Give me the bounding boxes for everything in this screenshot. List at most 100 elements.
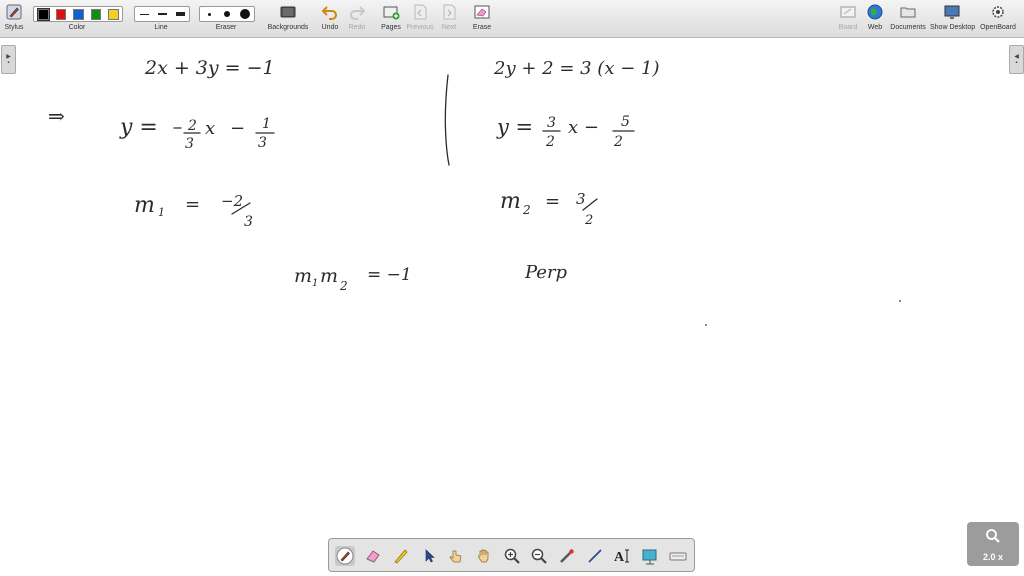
eraser-label: Eraser bbox=[215, 24, 237, 31]
equals-sign-2: = bbox=[545, 191, 560, 212]
implies-arrow: ⇒ bbox=[48, 104, 65, 128]
openboard-label: OpenBoard bbox=[980, 24, 1016, 31]
show-desktop-button[interactable]: Show Desktop bbox=[930, 0, 976, 37]
color-label: Color bbox=[68, 24, 86, 31]
board-button[interactable]: Board bbox=[836, 0, 860, 37]
erase-button[interactable]: Erase bbox=[470, 0, 494, 37]
laser-pointer-icon bbox=[560, 549, 574, 563]
line-icon bbox=[588, 549, 602, 563]
fraction-numerator-1: 1 bbox=[262, 116, 271, 132]
hand-tool-button[interactable] bbox=[474, 546, 494, 566]
highlighter-tool-button[interactable] bbox=[391, 546, 411, 566]
zoom-in-button[interactable] bbox=[502, 546, 522, 566]
capture-tool-button[interactable] bbox=[640, 546, 660, 566]
m2-numerator: 3 bbox=[576, 190, 586, 208]
right-fraction-denominator-2: 2 bbox=[545, 134, 555, 150]
documents-label: Documents bbox=[890, 24, 926, 31]
stray-dot bbox=[705, 324, 707, 326]
divider-line bbox=[444, 74, 450, 166]
documents-button[interactable]: Documents bbox=[890, 0, 926, 37]
product-m1: m bbox=[294, 265, 312, 287]
interact-tool-button[interactable] bbox=[446, 546, 466, 566]
product-m2: m bbox=[320, 265, 338, 287]
right-fraction-numerator-3: 3 bbox=[547, 115, 556, 131]
right-fraction-numerator-5: 5 bbox=[621, 114, 630, 130]
next-label: Next bbox=[441, 24, 457, 31]
line-label: Line bbox=[154, 24, 168, 31]
previous-page-button[interactable]: Previous bbox=[406, 0, 434, 37]
tool-dock: A bbox=[328, 538, 695, 572]
right-equation-line-1: 2y + 2 = 3 (x − 1) bbox=[493, 58, 659, 79]
whiteboard-canvas[interactable]: 2x + 3y = −1 ⇒ y = 2 3 x − 1 3 m 1 = −2 … bbox=[0, 38, 1024, 576]
select-tool-button[interactable] bbox=[419, 546, 439, 566]
keyboard-icon bbox=[669, 552, 687, 561]
eraser-tool-button[interactable] bbox=[363, 546, 383, 566]
text-tool-icon: A bbox=[614, 549, 629, 565]
line-tool-button[interactable] bbox=[585, 546, 605, 566]
product-result: = −1 bbox=[367, 265, 412, 285]
backgrounds-label: Backgrounds bbox=[267, 24, 309, 31]
folder-icon bbox=[900, 7, 916, 18]
undo-button[interactable]: Undo bbox=[318, 0, 342, 37]
desktop-icon bbox=[944, 5, 960, 19]
redo-icon bbox=[350, 6, 366, 20]
minus-sign: − bbox=[230, 118, 245, 139]
stylus-icon bbox=[6, 4, 22, 20]
m1-denominator: 3 bbox=[244, 214, 253, 230]
stylus-button[interactable]: Stylus bbox=[2, 0, 26, 37]
next-page-button[interactable]: Next bbox=[438, 0, 460, 37]
zoom-icon bbox=[986, 529, 1000, 543]
board-label: Board bbox=[838, 24, 858, 31]
perp-note: Perp bbox=[524, 262, 568, 283]
slope-m1: m bbox=[134, 193, 155, 218]
variable-x: x bbox=[205, 118, 215, 139]
pointing-hand-icon bbox=[449, 550, 462, 563]
fraction-denominator-3: 3 bbox=[185, 136, 194, 152]
previous-page-icon bbox=[414, 4, 427, 20]
hand-icon bbox=[478, 549, 489, 563]
equation-line-1: 2x + 3y = −1 bbox=[144, 57, 275, 79]
slope-m1-subscript: 1 bbox=[158, 206, 165, 219]
slope-m2: m bbox=[500, 189, 521, 214]
stylus-label: Stylus bbox=[4, 24, 24, 31]
web-button[interactable]: Web bbox=[863, 0, 887, 37]
product-sub-1: 1 bbox=[312, 278, 318, 289]
zoom-out-icon bbox=[531, 548, 547, 564]
zoom-indicator[interactable]: 2.0 x bbox=[967, 522, 1019, 566]
equals-sign: = bbox=[185, 194, 200, 215]
pen-tool-button[interactable] bbox=[335, 546, 355, 566]
capture-icon bbox=[642, 549, 657, 565]
right-slope-intercept-y: y = bbox=[496, 115, 533, 139]
top-toolbar: Stylus Color Line Eraser Backgrounds Und… bbox=[0, 0, 1024, 38]
backgrounds-button[interactable]: Backgrounds bbox=[266, 0, 310, 37]
show-desktop-label: Show Desktop bbox=[930, 24, 976, 31]
product-sub-2: 2 bbox=[339, 279, 348, 293]
gear-icon bbox=[992, 6, 1004, 18]
undo-label: Undo bbox=[321, 24, 339, 31]
text-tool-button[interactable]: A bbox=[613, 546, 633, 566]
right-fraction-denominator-2b: 2 bbox=[613, 134, 623, 150]
redo-label: Redo bbox=[348, 24, 366, 31]
openboard-menu-button[interactable]: OpenBoard bbox=[978, 0, 1018, 37]
backgrounds-icon bbox=[280, 6, 296, 18]
m2-denominator: 2 bbox=[584, 213, 593, 228]
laser-pointer-button[interactable] bbox=[557, 546, 577, 566]
globe-icon bbox=[867, 4, 883, 20]
virtual-keyboard-button[interactable] bbox=[668, 546, 688, 566]
erase-board-icon bbox=[474, 5, 490, 19]
web-label: Web bbox=[867, 24, 883, 31]
board-icon bbox=[840, 6, 856, 18]
stray-dot bbox=[899, 300, 901, 302]
add-page-icon bbox=[383, 6, 400, 20]
redo-button[interactable]: Redo bbox=[345, 0, 369, 37]
right-x-minus: x − bbox=[568, 117, 599, 138]
pages-button[interactable]: Pages bbox=[378, 0, 404, 37]
pages-label: Pages bbox=[381, 24, 401, 31]
previous-label: Previous bbox=[406, 24, 434, 31]
cursor-arrow-icon bbox=[425, 549, 435, 563]
zoom-out-button[interactable] bbox=[529, 546, 549, 566]
fraction-denominator-3b: 3 bbox=[258, 135, 267, 151]
eraser-icon bbox=[366, 550, 380, 563]
undo-icon bbox=[321, 6, 337, 20]
svg-text:A: A bbox=[614, 550, 625, 565]
